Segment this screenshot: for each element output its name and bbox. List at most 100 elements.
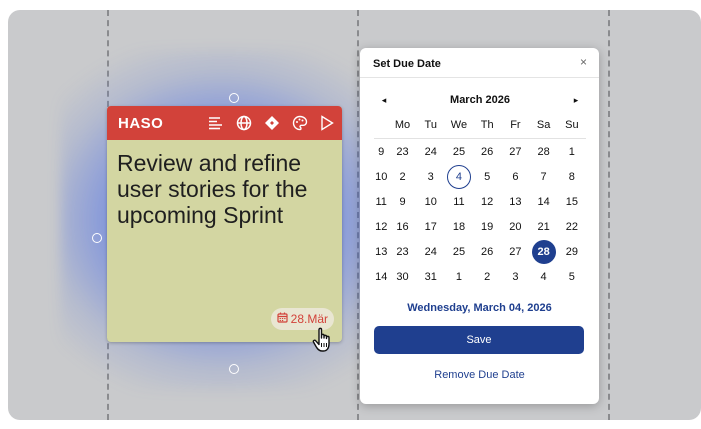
globe-icon[interactable] [236, 115, 252, 131]
calendar-day[interactable]: 8 [560, 165, 584, 189]
calendar-week-row: 13 23 24 25 26 27 28 29 [374, 239, 586, 264]
close-icon[interactable]: × [580, 55, 587, 69]
calendar-day[interactable]: 21 [532, 215, 556, 239]
calendar-day-cell: 24 [417, 239, 445, 264]
calendar-day-cell: 21 [530, 214, 558, 239]
calendar-day[interactable]: 13 [503, 190, 527, 214]
week-number: 11 [375, 195, 387, 208]
calendar-day[interactable]: 1 [447, 265, 471, 289]
calendar-day-cell: 13 [501, 189, 529, 214]
weekday-label: Su [557, 112, 586, 139]
calendar-day-cell: 2 [473, 264, 501, 289]
calendar-body: 9 23 24 25 26 27 28 1 10 2 3 4 5 6 7 8 11 9 10 11 12 13 14 15 12… [374, 139, 586, 290]
calendar-day-cell: 8 [558, 164, 586, 189]
next-month-icon[interactable]: ▸ [566, 95, 586, 106]
calendar-day-cell: 24 [417, 139, 445, 165]
calendar-day[interactable]: 3 [503, 265, 527, 289]
calendar-day-cell: 3 [501, 264, 529, 289]
resize-handle-bottom[interactable] [229, 364, 239, 374]
calendar-day[interactable]: 31 [419, 265, 443, 289]
calendar-day[interactable]: 11 [447, 190, 471, 214]
align-left-icon[interactable] [208, 116, 224, 130]
prev-month-icon[interactable]: ◂ [374, 95, 394, 106]
calendar-day[interactable]: 27 [503, 140, 527, 164]
calendar-day[interactable]: 24 [419, 140, 443, 164]
month-label: March 2026 [450, 94, 510, 106]
play-icon[interactable] [320, 115, 334, 131]
calendar-day[interactable]: 3 [419, 165, 443, 189]
calendar-day[interactable]: 20 [503, 215, 527, 239]
weekday-header-row: Mo Tu We Th Fr Sa Su [374, 112, 586, 139]
calendar-day[interactable]: 9 [391, 190, 415, 214]
calendar-day[interactable]: 17 [419, 215, 443, 239]
calendar-day-cell: 18 [445, 214, 473, 239]
calendar-day[interactable]: 22 [560, 215, 584, 239]
calendar-icon [277, 312, 288, 326]
note-header: HASO [107, 106, 342, 140]
calendar-day[interactable]: 23 [391, 140, 415, 164]
set-due-date-dialog: Set Due Date × ◂ March 2026 ▸ Mo Tu We T… [360, 48, 599, 404]
sticky-note[interactable]: HASO Review and refine user stories for … [107, 106, 342, 342]
calendar-day[interactable]: 30 [391, 265, 415, 289]
note-title: HASO [118, 114, 164, 132]
calendar-day[interactable]: 5 [475, 165, 499, 189]
calendar-day[interactable]: 2 [475, 265, 499, 289]
calendar-day[interactable]: 26 [475, 140, 499, 164]
calendar-day[interactable]: 4 [532, 265, 556, 289]
calendar-day-cell: 9 [388, 189, 416, 214]
calendar-day[interactable]: 18 [447, 215, 471, 239]
calendar-day[interactable]: 16 [391, 215, 415, 239]
calendar-day-cell: 6 [501, 164, 529, 189]
selected-date-label: Wednesday, March 04, 2026 [407, 302, 552, 314]
calendar-day[interactable]: 1 [560, 140, 584, 164]
dialog-title: Set Due Date [373, 58, 441, 70]
palette-icon[interactable] [292, 115, 308, 131]
month-navigation: ◂ March 2026 ▸ [374, 90, 586, 110]
calendar-day[interactable]: 6 [503, 165, 527, 189]
remove-due-date-button[interactable]: Remove Due Date [360, 369, 599, 381]
calendar-day[interactable]: 2 [391, 165, 415, 189]
weekday-label: Th [473, 112, 502, 139]
calendar-day[interactable]: 26 [475, 240, 499, 264]
calendar-day-cell: 20 [501, 214, 529, 239]
calendar-day-cell: 12 [473, 189, 501, 214]
column-divider [608, 10, 610, 420]
weekday-label: Tu [416, 112, 445, 139]
resize-handle-left[interactable] [92, 233, 102, 243]
calendar-day[interactable]: 4 [446, 164, 471, 189]
calendar-day[interactable]: 29 [560, 240, 584, 264]
calendar-day[interactable]: 28 [531, 239, 556, 264]
calendar-day-cell: 27 [501, 139, 529, 165]
calendar-day[interactable]: 25 [447, 140, 471, 164]
calendar-day[interactable]: 10 [419, 190, 443, 214]
calendar-week-row: 12 16 17 18 19 20 21 22 [374, 214, 586, 239]
calendar-day[interactable]: 7 [532, 165, 556, 189]
week-number-header [374, 112, 389, 139]
calendar-day[interactable]: 15 [560, 190, 584, 214]
calendar-day[interactable]: 25 [447, 240, 471, 264]
calendar-day-cell: 14 [530, 189, 558, 214]
calendar-day-cell: 30 [388, 264, 416, 289]
calendar-day[interactable]: 24 [419, 240, 443, 264]
diamond-icon[interactable] [264, 115, 280, 131]
calendar-day[interactable]: 23 [391, 240, 415, 264]
calendar-day[interactable]: 28 [532, 140, 556, 164]
calendar-day-cell: 28 [530, 239, 558, 264]
calendar-day[interactable]: 19 [475, 215, 499, 239]
calendar-day[interactable]: 5 [560, 265, 584, 289]
calendar-day-cell: 4 [530, 264, 558, 289]
calendar-day-cell: 26 [473, 139, 501, 165]
calendar-day-cell: 5 [558, 264, 586, 289]
week-number: 9 [378, 145, 385, 158]
calendar-day-cell: 17 [417, 214, 445, 239]
calendar-day[interactable]: 12 [475, 190, 499, 214]
calendar-day[interactable]: 27 [503, 240, 527, 264]
calendar-day-cell: 25 [445, 139, 473, 165]
calendar-day-cell: 31 [417, 264, 445, 289]
calendar-day[interactable]: 14 [532, 190, 556, 214]
note-text[interactable]: Review and refine user stories for the u… [107, 140, 342, 228]
calendar-day-cell: 11 [445, 189, 473, 214]
week-number: 10 [375, 170, 388, 183]
resize-handle-top[interactable] [229, 93, 239, 103]
save-button[interactable]: Save [374, 326, 584, 354]
